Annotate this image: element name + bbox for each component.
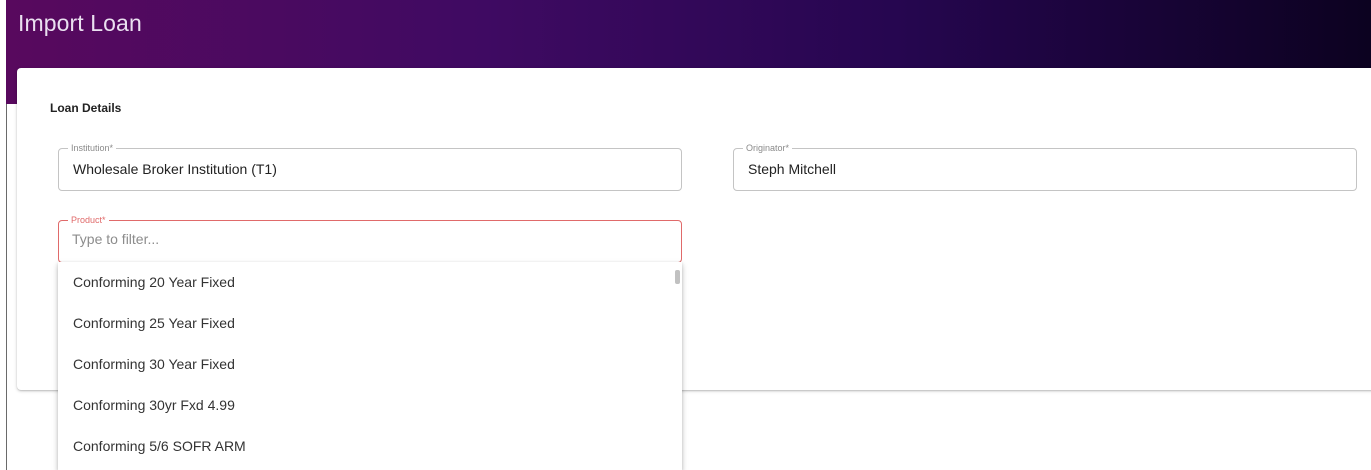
product-option[interactable]: Conforming 30 Year Fixed (58, 344, 670, 385)
institution-value: Wholesale Broker Institution (T1) (73, 161, 277, 177)
product-option[interactable]: Conforming 30yr Fxd 4.99 (58, 385, 670, 426)
product-field[interactable]: Product* (58, 215, 682, 263)
product-option[interactable]: Conforming 25 Year Fixed (58, 303, 670, 344)
loan-details-heading: Loan Details (50, 101, 122, 115)
product-filter-input[interactable] (72, 231, 652, 247)
institution-field[interactable]: Institution* Wholesale Broker Institutio… (58, 143, 682, 191)
product-dropdown: Conforming 20 Year Fixed Conforming 25 Y… (58, 262, 682, 470)
product-option[interactable]: Conforming 5/6 SOFR ARM (58, 426, 670, 467)
originator-label: Originator* (743, 143, 793, 154)
import-loan-page: Import Loan Loan Details Institution* Wh… (0, 0, 1371, 470)
product-label: Product* (68, 215, 109, 226)
originator-field[interactable]: Originator* Steph Mitchell (733, 143, 1357, 191)
page-left-border (6, 104, 7, 470)
dropdown-scrollbar-thumb[interactable] (675, 270, 680, 284)
originator-value: Steph Mitchell (748, 161, 836, 177)
institution-label: Institution* (68, 143, 117, 154)
page-title: Import Loan (18, 10, 142, 36)
product-option[interactable]: Conforming 20 Year Fixed (58, 262, 670, 303)
